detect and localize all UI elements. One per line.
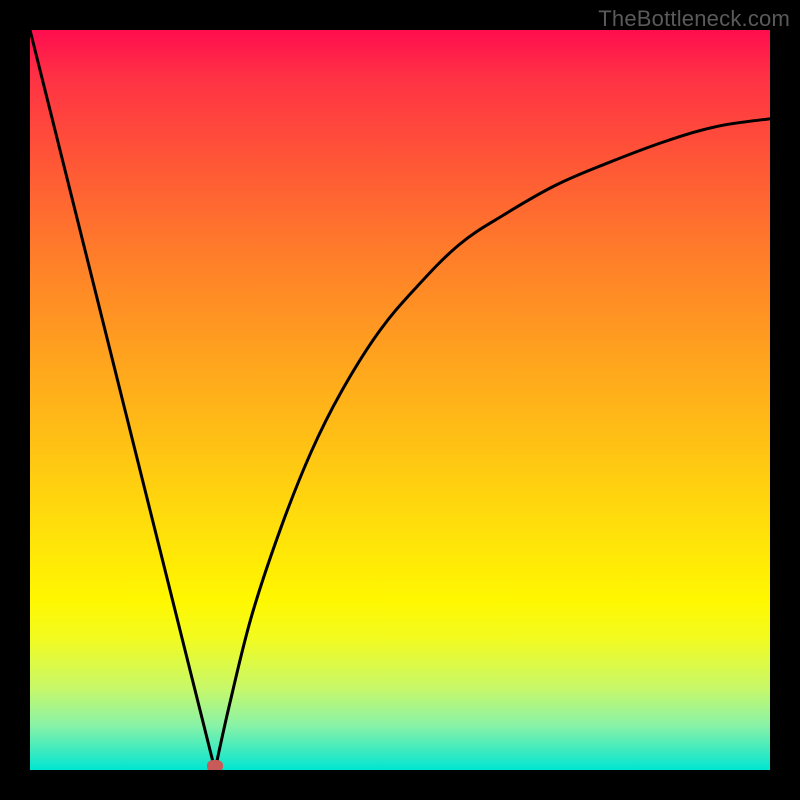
curve-svg: [30, 30, 770, 770]
chart-frame: TheBottleneck.com: [0, 0, 800, 800]
min-point-marker: [207, 760, 223, 770]
plot-area: [30, 30, 770, 770]
left-branch-path: [30, 30, 215, 770]
right-branch-path: [215, 119, 770, 770]
watermark-text: TheBottleneck.com: [598, 6, 790, 32]
